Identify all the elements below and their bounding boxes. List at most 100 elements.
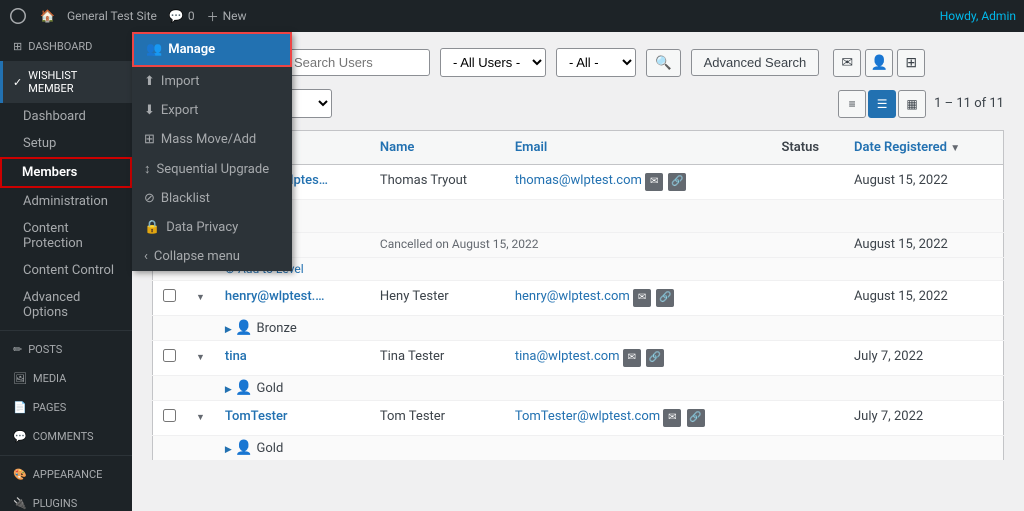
sidebar-wishlist-label: WishList Member <box>28 69 122 95</box>
adminbar-new[interactable]: ＋ New <box>207 8 247 25</box>
sidebar-pages-label: Pages <box>33 401 67 414</box>
sidebar-item-appearance[interactable]: 🎨 Appearance <box>0 460 132 489</box>
expand-icon[interactable]: ▼ <box>196 413 205 423</box>
sidebar-item-wl-setup[interactable]: Setup <box>0 130 132 157</box>
dropdown-manage-header[interactable]: 👥 Manage <box>132 32 292 67</box>
username-link[interactable]: henry@wlptest.… <box>225 289 325 304</box>
dropdown-data-privacy[interactable]: 🔒 Data Privacy <box>132 213 292 242</box>
row-date-cell: August 15, 2022 <box>844 281 1004 316</box>
expand-right-icon[interactable]: ▶ <box>225 325 232 335</box>
row-checkbox[interactable] <box>163 349 176 362</box>
view-buttons: ≡ ☰ ▦ <box>838 90 926 118</box>
search-users-input[interactable] <box>285 49 430 76</box>
level-empty-2 <box>186 316 215 341</box>
table-row-level-tom: ▶ 👤 Gold <box>153 436 1004 461</box>
email-link[interactable]: thomas@wlptest.com <box>515 173 642 188</box>
sidebar-item-wl-content-control[interactable]: Content Control <box>0 257 132 284</box>
level-tom-cell: ▶ 👤 Gold <box>215 436 1004 461</box>
member-name: Heny Tester <box>380 289 449 304</box>
sidebar-media-label: Media <box>33 372 66 385</box>
header-name[interactable]: Name <box>370 131 505 165</box>
filter-all-select[interactable]: - All - <box>556 48 636 77</box>
filter-all-users-select[interactable]: - All Users - <box>440 48 546 77</box>
sidebar-item-media[interactable]: 🖼 Media <box>0 364 132 393</box>
table-row: ▼ henry@wlptest.… Heny Tester henry@wlpt… <box>153 281 1004 316</box>
data-privacy-icon: 🔒 <box>144 220 160 235</box>
collapse-label: Collapse menu <box>154 249 240 264</box>
mail-icon[interactable]: ✉ <box>663 409 681 427</box>
sidebar-item-pages[interactable]: 📄 Pages <box>0 393 132 422</box>
sidebar-item-posts[interactable]: ✏ Posts <box>0 335 132 364</box>
row-email-cell: henry@wlptest.com ✉ 🔗 <box>505 281 772 316</box>
adminbar-comments[interactable]: 💬 0 <box>169 9 195 23</box>
expand-right-icon[interactable]: ▶ <box>225 385 232 395</box>
dropdown-import[interactable]: ⬆ Import <box>132 67 292 96</box>
grid-icon-button[interactable]: ⊞ <box>897 49 925 77</box>
email-icon-button[interactable]: ✉ <box>833 49 861 77</box>
home-icon: 🏠 <box>40 9 55 23</box>
level-date: August 15, 2022 <box>854 237 948 252</box>
sidebar-item-wl-members[interactable]: Members <box>0 157 132 188</box>
dropdown-export[interactable]: ⬇ Export <box>132 96 292 125</box>
sidebar-appearance-label: Appearance <box>33 468 103 481</box>
wp-logo[interactable] <box>8 6 28 26</box>
level-status-empty <box>771 233 844 258</box>
row-name-cell: Heny Tester <box>370 281 505 316</box>
sidebar-item-wl-dashboard[interactable]: Dashboard <box>0 103 132 130</box>
sidebar-item-wl-advanced-options[interactable]: Advanced Options <box>0 284 132 326</box>
sidebar-item-wishlist[interactable]: ✓ WishList Member <box>0 61 132 103</box>
dropdown-blacklist[interactable]: ⊘ Blacklist <box>132 184 292 213</box>
username-link[interactable]: tina <box>225 349 247 364</box>
level-badge: 👤 Gold <box>235 380 283 396</box>
cancelled-text: Cancelled on August 15, 2022 <box>380 237 539 251</box>
advanced-search-button[interactable]: Advanced Search <box>691 49 820 76</box>
link-icon[interactable]: 🔗 <box>656 289 674 307</box>
sidebar-dashboard-label: Dashboard <box>28 40 92 53</box>
row-name-cell: Thomas Tryout <box>370 165 505 200</box>
row-checkbox[interactable] <box>163 289 176 302</box>
username-link[interactable]: TomTester <box>225 409 288 424</box>
expand-right-icon[interactable]: ▶ <box>225 445 232 455</box>
expand-icon[interactable]: ▼ <box>196 353 205 363</box>
sidebar-item-wl-content-protection[interactable]: Content Protection <box>0 215 132 257</box>
sidebar-item-wl-administration[interactable]: Administration <box>0 188 132 215</box>
grid-view-button-2[interactable]: ▦ <box>898 90 926 118</box>
row-checkbox[interactable] <box>163 409 176 422</box>
email-link[interactable]: TomTester@wlptest.com <box>515 409 660 424</box>
link-icon[interactable]: 🔗 <box>668 173 686 191</box>
level-empty-1 <box>153 376 187 401</box>
sidebar-item-dashboard[interactable]: ⊞ Dashboard <box>0 32 132 61</box>
dropdown-sequential[interactable]: ↕ Sequential Upgrade <box>132 154 292 184</box>
user-icon-button[interactable]: 👤 <box>865 49 893 77</box>
sidebar-item-plugins[interactable]: 🔌 Plugins <box>0 489 132 511</box>
adminbar-site-name[interactable]: General Test Site <box>67 9 157 23</box>
sidebar-comments-label: Comments <box>33 430 94 443</box>
adminbar-home[interactable]: 🏠 <box>40 9 55 23</box>
status-label: Status <box>781 140 819 155</box>
person-icon: 👤 <box>235 380 252 396</box>
mail-icon[interactable]: ✉ <box>645 173 663 191</box>
advanced-search-label: Advanced Search <box>704 55 807 70</box>
wl-content-protection-label: Content Protection <box>23 221 83 251</box>
row-status-cell <box>771 341 844 376</box>
link-icon[interactable]: 🔗 <box>646 349 664 367</box>
email-link[interactable]: tina@wlptest.com <box>515 349 620 364</box>
admin-name: Admin <box>981 9 1016 23</box>
adminbar-right: Howdy, Admin <box>940 9 1016 23</box>
header-email[interactable]: Email <box>505 131 772 165</box>
add-to-level-button[interactable]: ⊕ Add to Level <box>225 262 993 276</box>
link-icon[interactable]: 🔗 <box>687 409 705 427</box>
blacklist-icon: ⊘ <box>144 191 155 206</box>
header-date-registered[interactable]: Date Registered ▼ <box>844 131 1004 165</box>
expand-icon[interactable]: ▼ <box>196 293 205 303</box>
dropdown-mass-move[interactable]: ⊞ Mass Move/Add <box>132 125 292 154</box>
detail-view-button[interactable]: ☰ <box>868 90 896 118</box>
sidebar-item-comments[interactable]: 💬 Comments <box>0 422 132 451</box>
search-button[interactable]: 🔍 <box>646 49 681 77</box>
howdy-text: Howdy, Admin <box>940 9 1016 23</box>
list-view-button[interactable]: ≡ <box>838 90 866 118</box>
mail-icon[interactable]: ✉ <box>633 289 651 307</box>
email-link[interactable]: henry@wlptest.com <box>515 289 630 304</box>
mail-icon[interactable]: ✉ <box>623 349 641 367</box>
dropdown-collapse[interactable]: ‹ Collapse menu <box>132 242 292 271</box>
